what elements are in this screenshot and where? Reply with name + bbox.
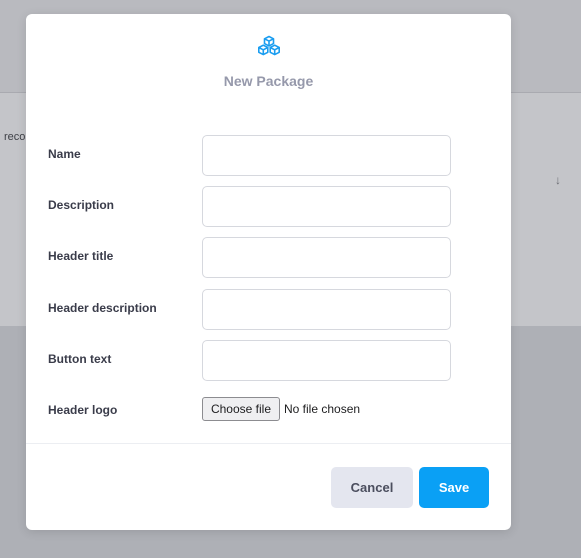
- header-title-label: Header title: [48, 249, 114, 263]
- name-label: Name: [48, 147, 81, 161]
- new-package-modal: New Package Name Description Header titl…: [26, 14, 511, 530]
- file-status: No file chosen: [284, 402, 361, 416]
- background-text: reco: [4, 131, 26, 143]
- description-input[interactable]: [202, 186, 451, 227]
- description-label: Description: [48, 198, 115, 212]
- header-description-input[interactable]: [202, 289, 451, 330]
- description-row: Description: [26, 186, 511, 227]
- header-title-row: Header title: [26, 237, 511, 278]
- header-description-row: Header description: [26, 289, 511, 330]
- button-text-input[interactable]: [202, 340, 451, 381]
- cubes-icon: [257, 35, 281, 57]
- header-title-input[interactable]: [202, 237, 451, 278]
- modal-title: New Package: [223, 73, 314, 89]
- choose-file-button[interactable]: Choose file: [202, 397, 280, 421]
- header-description-label: Header description: [48, 301, 157, 315]
- save-button[interactable]: Save: [419, 467, 489, 508]
- footer-divider: [26, 443, 511, 444]
- name-row: Name: [26, 135, 511, 176]
- button-text-row: Button text: [26, 340, 511, 381]
- header-logo-label: Header logo: [48, 403, 118, 417]
- button-text-label: Button text: [48, 352, 112, 366]
- sort-arrow-icon: ↓: [555, 173, 561, 187]
- name-input[interactable]: [202, 135, 451, 176]
- cancel-button[interactable]: Cancel: [331, 467, 413, 508]
- header-logo-row: Header logo Choose file No file chosen: [26, 397, 511, 421]
